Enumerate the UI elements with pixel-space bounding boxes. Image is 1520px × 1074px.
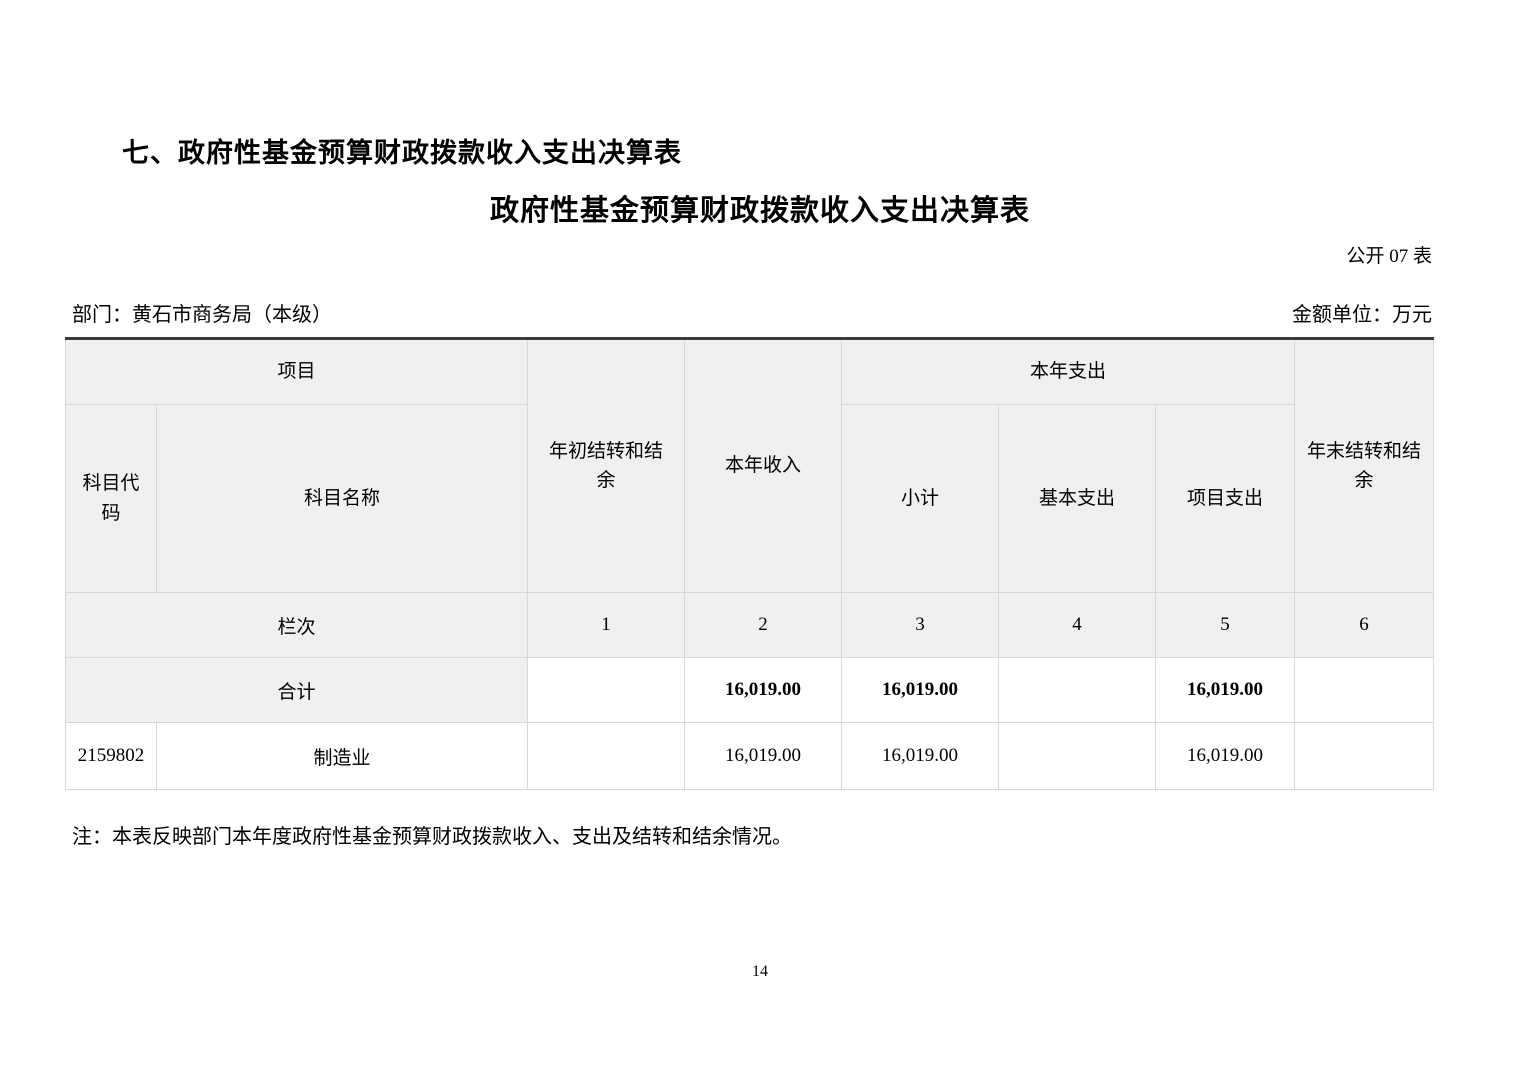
header-subject-code-label: 科目代码 bbox=[78, 469, 144, 528]
row-subtotal-cell: 16,019.00 bbox=[842, 723, 999, 790]
header-subtotal-cell: 小计 bbox=[842, 405, 999, 593]
row-end-balance-cell bbox=[1295, 723, 1434, 790]
header-basic-expense-cell: 基本支出 bbox=[999, 405, 1156, 593]
header-subject-name-cell: 科目名称 bbox=[157, 405, 528, 593]
header-current-expense-cell: 本年支出 bbox=[842, 339, 1295, 405]
row-basic-expense-cell bbox=[999, 723, 1156, 790]
table-note: 注：本表反映部门本年度政府性基金预算财政拨款收入、支出及结转和结余情况。 bbox=[72, 820, 792, 849]
total-subtotal-cell: 16,019.00 bbox=[842, 658, 999, 723]
column-index-cell-4: 4 bbox=[999, 593, 1156, 658]
total-project-expense-cell: 16,019.00 bbox=[1156, 658, 1295, 723]
column-index-cell-1: 1 bbox=[528, 593, 685, 658]
header-subject-name-label: 科目名称 bbox=[304, 484, 380, 513]
row-subject-code-cell: 2159802 bbox=[66, 723, 157, 790]
header-current-expense-label: 本年支出 bbox=[1030, 357, 1106, 386]
header-end-balance-cell: 年末结转和结余 bbox=[1295, 339, 1434, 593]
total-begin-balance-cell bbox=[528, 658, 685, 723]
meta-row: 部门：黄石市商务局（本级） 金额单位：万元 bbox=[72, 298, 1432, 327]
column-index-cell-5: 5 bbox=[1156, 593, 1295, 658]
form-number-label: 公开 07 表 bbox=[1346, 241, 1432, 268]
header-begin-balance-cell: 年初结转和结余 bbox=[528, 339, 685, 593]
header-subtotal-label: 小计 bbox=[901, 484, 939, 513]
header-begin-balance-label: 年初结转和结余 bbox=[545, 437, 668, 496]
header-project-expense-label: 项目支出 bbox=[1187, 484, 1263, 513]
column-index-cell-2: 2 bbox=[685, 593, 842, 658]
header-project-label: 项目 bbox=[278, 357, 316, 386]
total-basic-expense-cell bbox=[999, 658, 1156, 723]
table-title: 政府性基金预算财政拨款收入支出决算表 bbox=[0, 187, 1520, 229]
column-index-cell-6: 6 bbox=[1295, 593, 1434, 658]
column-index-cell-3: 3 bbox=[842, 593, 999, 658]
header-current-income-cell: 本年收入 bbox=[685, 339, 842, 593]
row-subject-name-cell: 制造业 bbox=[157, 723, 528, 790]
row-current-income-cell: 16,019.00 bbox=[685, 723, 842, 790]
unit-label: 金额单位：万元 bbox=[1292, 298, 1432, 327]
header-subject-code-cell: 科目代码 bbox=[66, 405, 157, 593]
header-project-cell: 项目 bbox=[66, 339, 528, 405]
fund-budget-table: 项目 年初结转和结余 本年收入 本年支出 年末结转和结余 科目代码 科目名称 小… bbox=[65, 337, 1434, 790]
section-heading: 七、政府性基金预算财政拨款收入支出决算表 bbox=[122, 131, 682, 170]
column-index-row: 栏次 1 2 3 4 5 6 bbox=[66, 593, 1434, 658]
total-end-balance-cell bbox=[1295, 658, 1434, 723]
header-end-balance-label: 年末结转和结余 bbox=[1303, 437, 1426, 496]
row-begin-balance-cell bbox=[528, 723, 685, 790]
header-basic-expense-label: 基本支出 bbox=[1039, 484, 1115, 513]
column-index-label-cell: 栏次 bbox=[66, 593, 528, 658]
total-current-income-cell: 16,019.00 bbox=[685, 658, 842, 723]
header-project-expense-cell: 项目支出 bbox=[1156, 405, 1295, 593]
total-label-cell: 合计 bbox=[66, 658, 528, 723]
page-number: 14 bbox=[0, 963, 1520, 981]
header-current-income-label: 本年收入 bbox=[725, 451, 801, 480]
header-row-1: 项目 年初结转和结余 本年收入 本年支出 年末结转和结余 bbox=[66, 339, 1434, 405]
table-row: 2159802 制造业 16,019.00 16,019.00 16,019.0… bbox=[66, 723, 1434, 790]
document-page: 七、政府性基金预算财政拨款收入支出决算表 政府性基金预算财政拨款收入支出决算表 … bbox=[0, 0, 1520, 1074]
total-row: 合计 16,019.00 16,019.00 16,019.00 bbox=[66, 658, 1434, 723]
row-project-expense-cell: 16,019.00 bbox=[1156, 723, 1295, 790]
department-label: 部门：黄石市商务局（本级） bbox=[72, 298, 332, 327]
